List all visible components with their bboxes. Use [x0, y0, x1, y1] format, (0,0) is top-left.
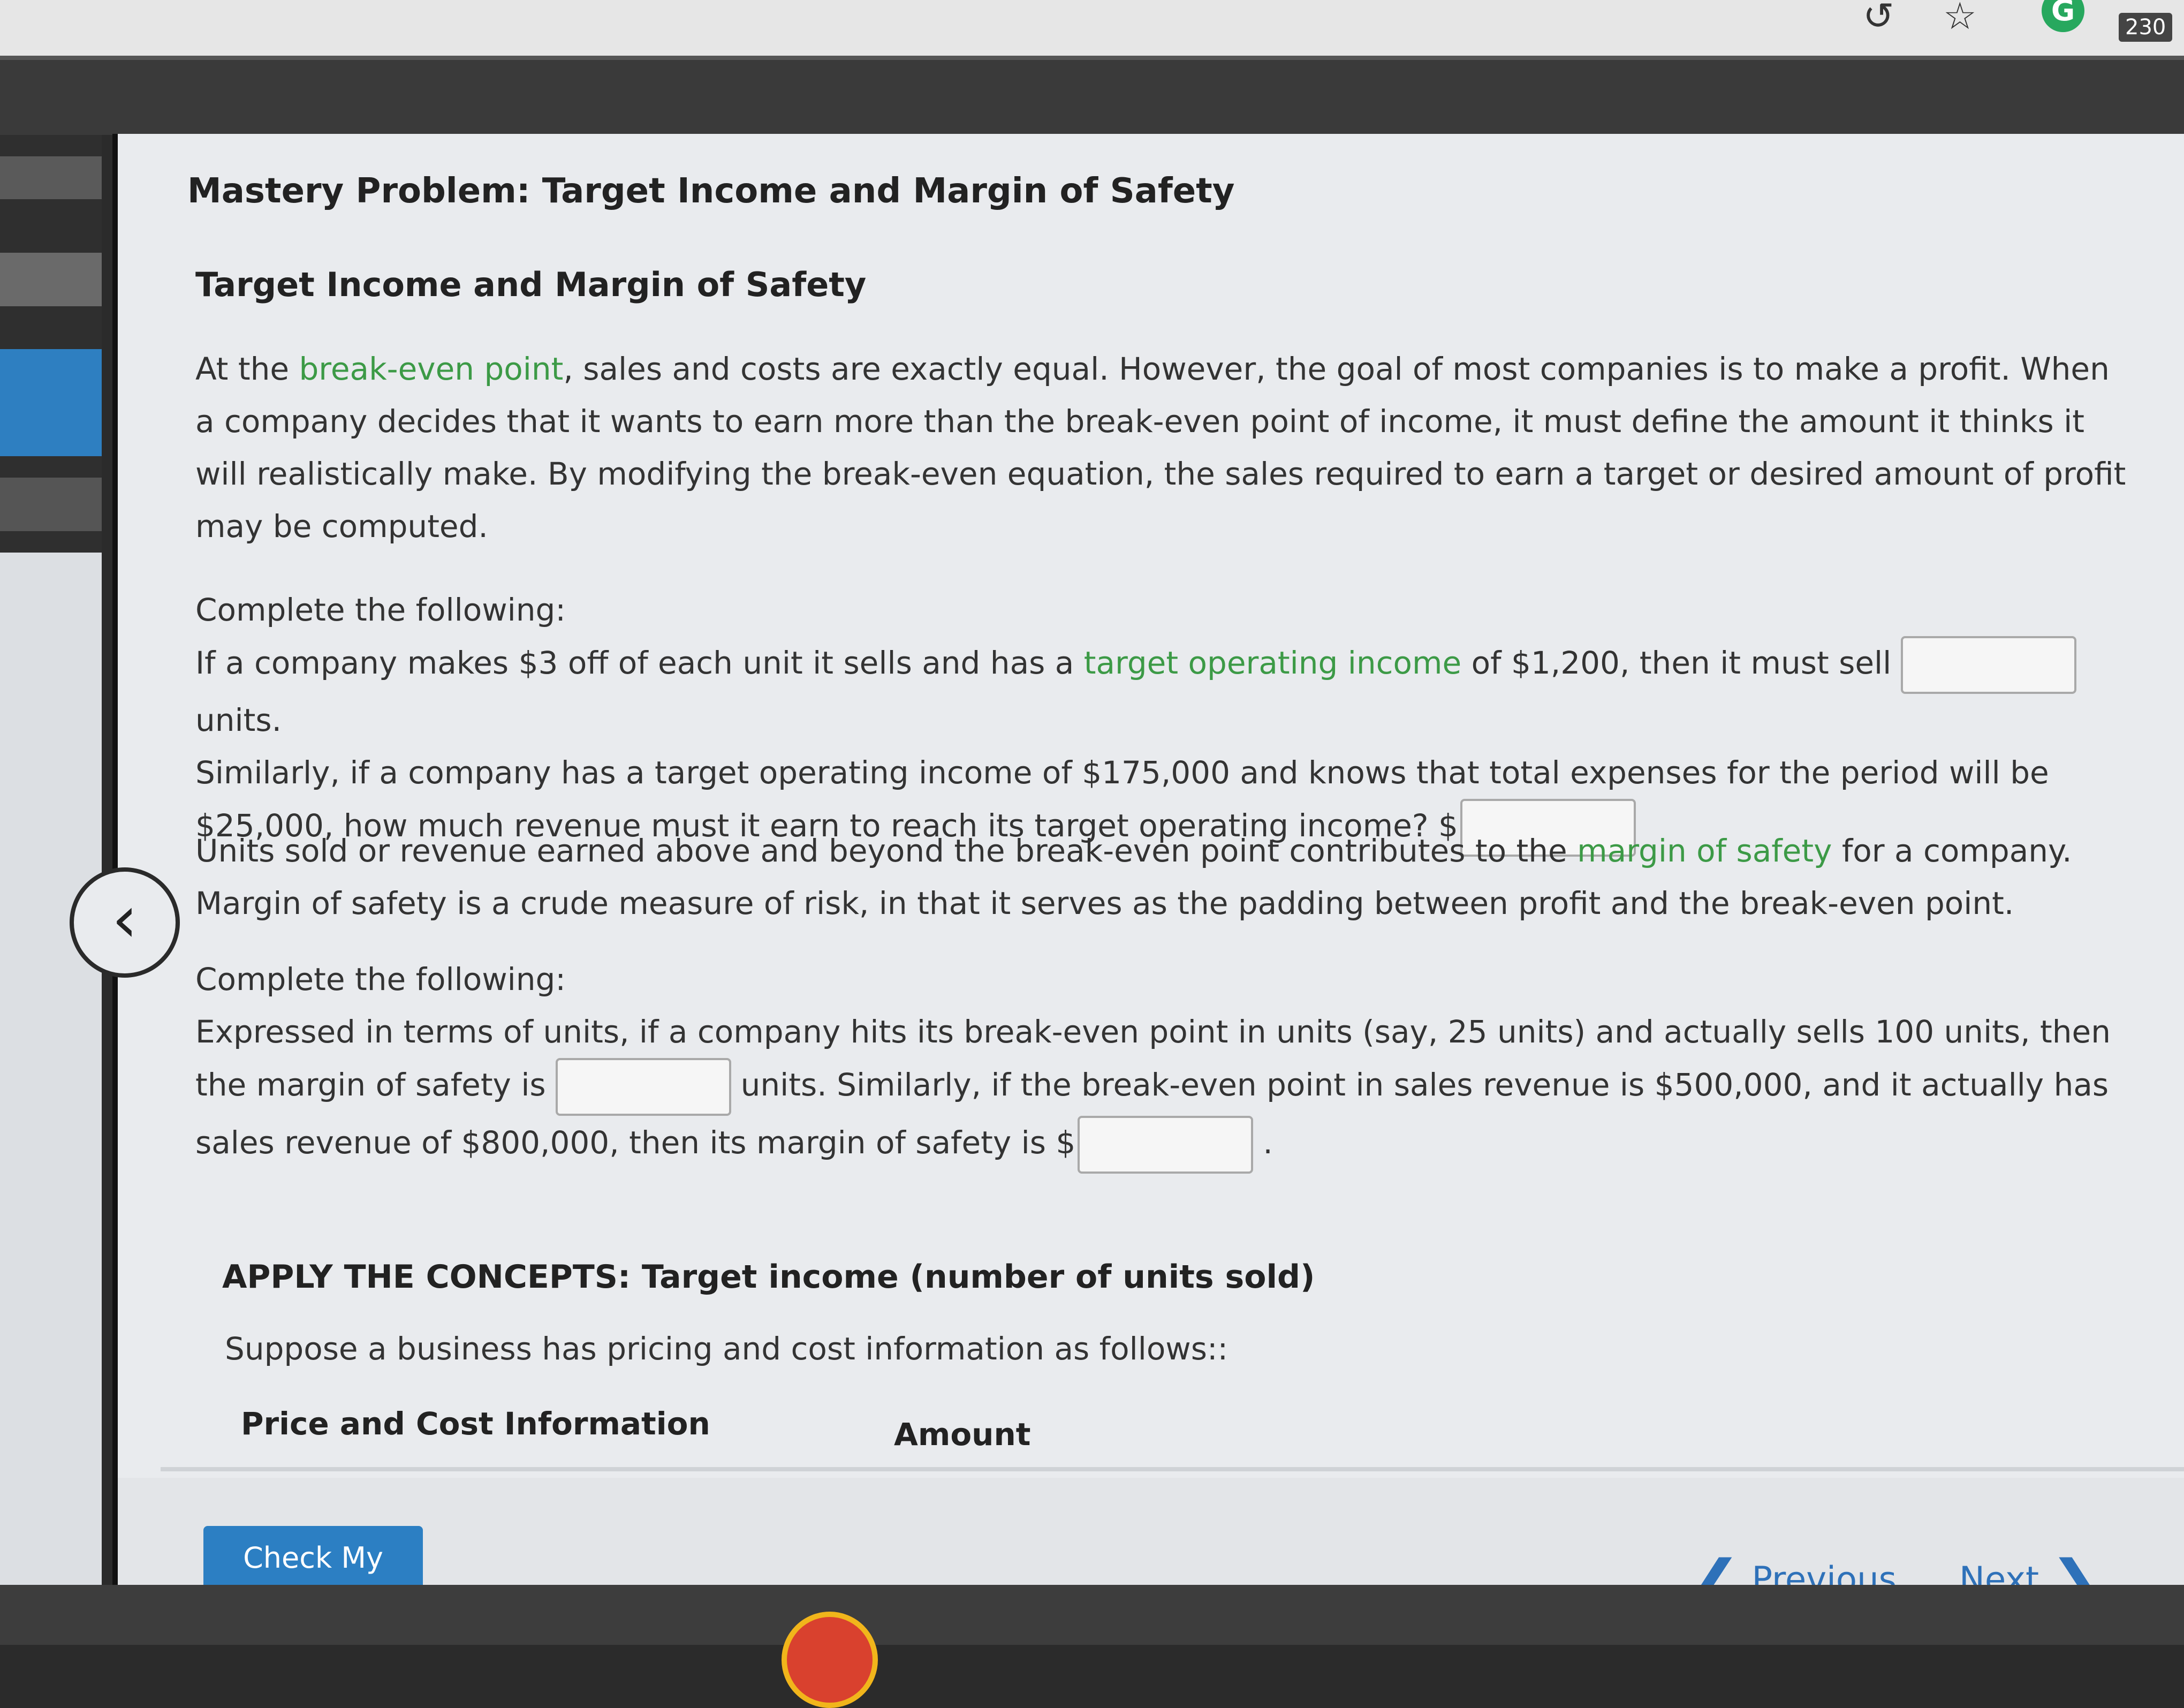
table-header-price: Price and Cost Information [241, 1405, 710, 1442]
main-panel: Mastery Problem: Target Income and Margi… [112, 134, 2184, 1639]
margin-dollars-input[interactable] [1078, 1116, 1254, 1174]
divider [161, 1467, 2184, 1471]
q2-period: . [1263, 1124, 1273, 1161]
sidebar-lower [0, 553, 102, 1645]
q2-lead: Complete the following: [195, 961, 566, 997]
sidebar-item[interactable] [0, 156, 102, 199]
q1-line1: If a company makes $3 off of each unit i… [195, 636, 2133, 746]
check-my-work-button[interactable]: Check My Work [203, 1526, 423, 1639]
intro-paragraph: At the break-even point, sales and costs… [195, 343, 2133, 553]
sidebar-item-active[interactable] [0, 349, 102, 456]
margin-units-input[interactable] [555, 1058, 731, 1116]
section-title: Target Income and Margin of Safety [195, 265, 867, 304]
collapse-sidebar-button[interactable]: ‹ [70, 867, 180, 978]
safety-paragraph: Units sold or revenue earned above and b… [195, 825, 2133, 929]
sidebar-item[interactable] [0, 478, 102, 531]
intro-text: At the [195, 351, 299, 387]
sidebar-item[interactable] [0, 253, 102, 306]
units-label: units. [195, 702, 282, 738]
share-icon[interactable]: ↺ [1863, 0, 1894, 35]
q1-text: If a company makes $3 off of each unit i… [195, 645, 1084, 682]
apply-intro: Suppose a business has pricing and cost … [225, 1331, 1228, 1367]
safety-text: Units sold or revenue earned above and b… [195, 833, 1578, 869]
extension-icon[interactable]: G [2042, 0, 2084, 32]
table-header-amount: Amount [894, 1416, 1031, 1453]
page-title: Mastery Problem: Target Income and Margi… [187, 171, 1235, 211]
break-even-link[interactable]: break-even point [299, 351, 563, 387]
margin-of-safety-link[interactable]: margin of safety [1577, 833, 1832, 869]
browser-toolbar: ↺ ☆ G 230 [0, 0, 2184, 60]
apply-title: APPLY THE CONCEPTS: Target income (numbe… [222, 1258, 1315, 1296]
units-to-sell-input[interactable] [1901, 636, 2077, 694]
q1-lead: Complete the following: [195, 592, 566, 628]
q2-block: Complete the following: Expressed in ter… [195, 953, 2133, 1174]
chevron-left-icon: ‹ [112, 882, 138, 957]
target-operating-income-link[interactable]: target operating income [1084, 645, 1461, 681]
q1-block: Complete the following: If a company mak… [195, 584, 2133, 857]
q2-body: Expressed in terms of units, if a compan… [195, 1006, 2133, 1174]
browser-logo-icon[interactable] [782, 1612, 878, 1708]
taskbar [0, 1585, 2184, 1645]
q1-text-after: of $1,200, then it must sell [1461, 645, 1892, 682]
star-icon[interactable]: ☆ [1943, 0, 1977, 35]
extension-badge: 230 [2119, 13, 2173, 42]
header-band [0, 60, 2184, 135]
